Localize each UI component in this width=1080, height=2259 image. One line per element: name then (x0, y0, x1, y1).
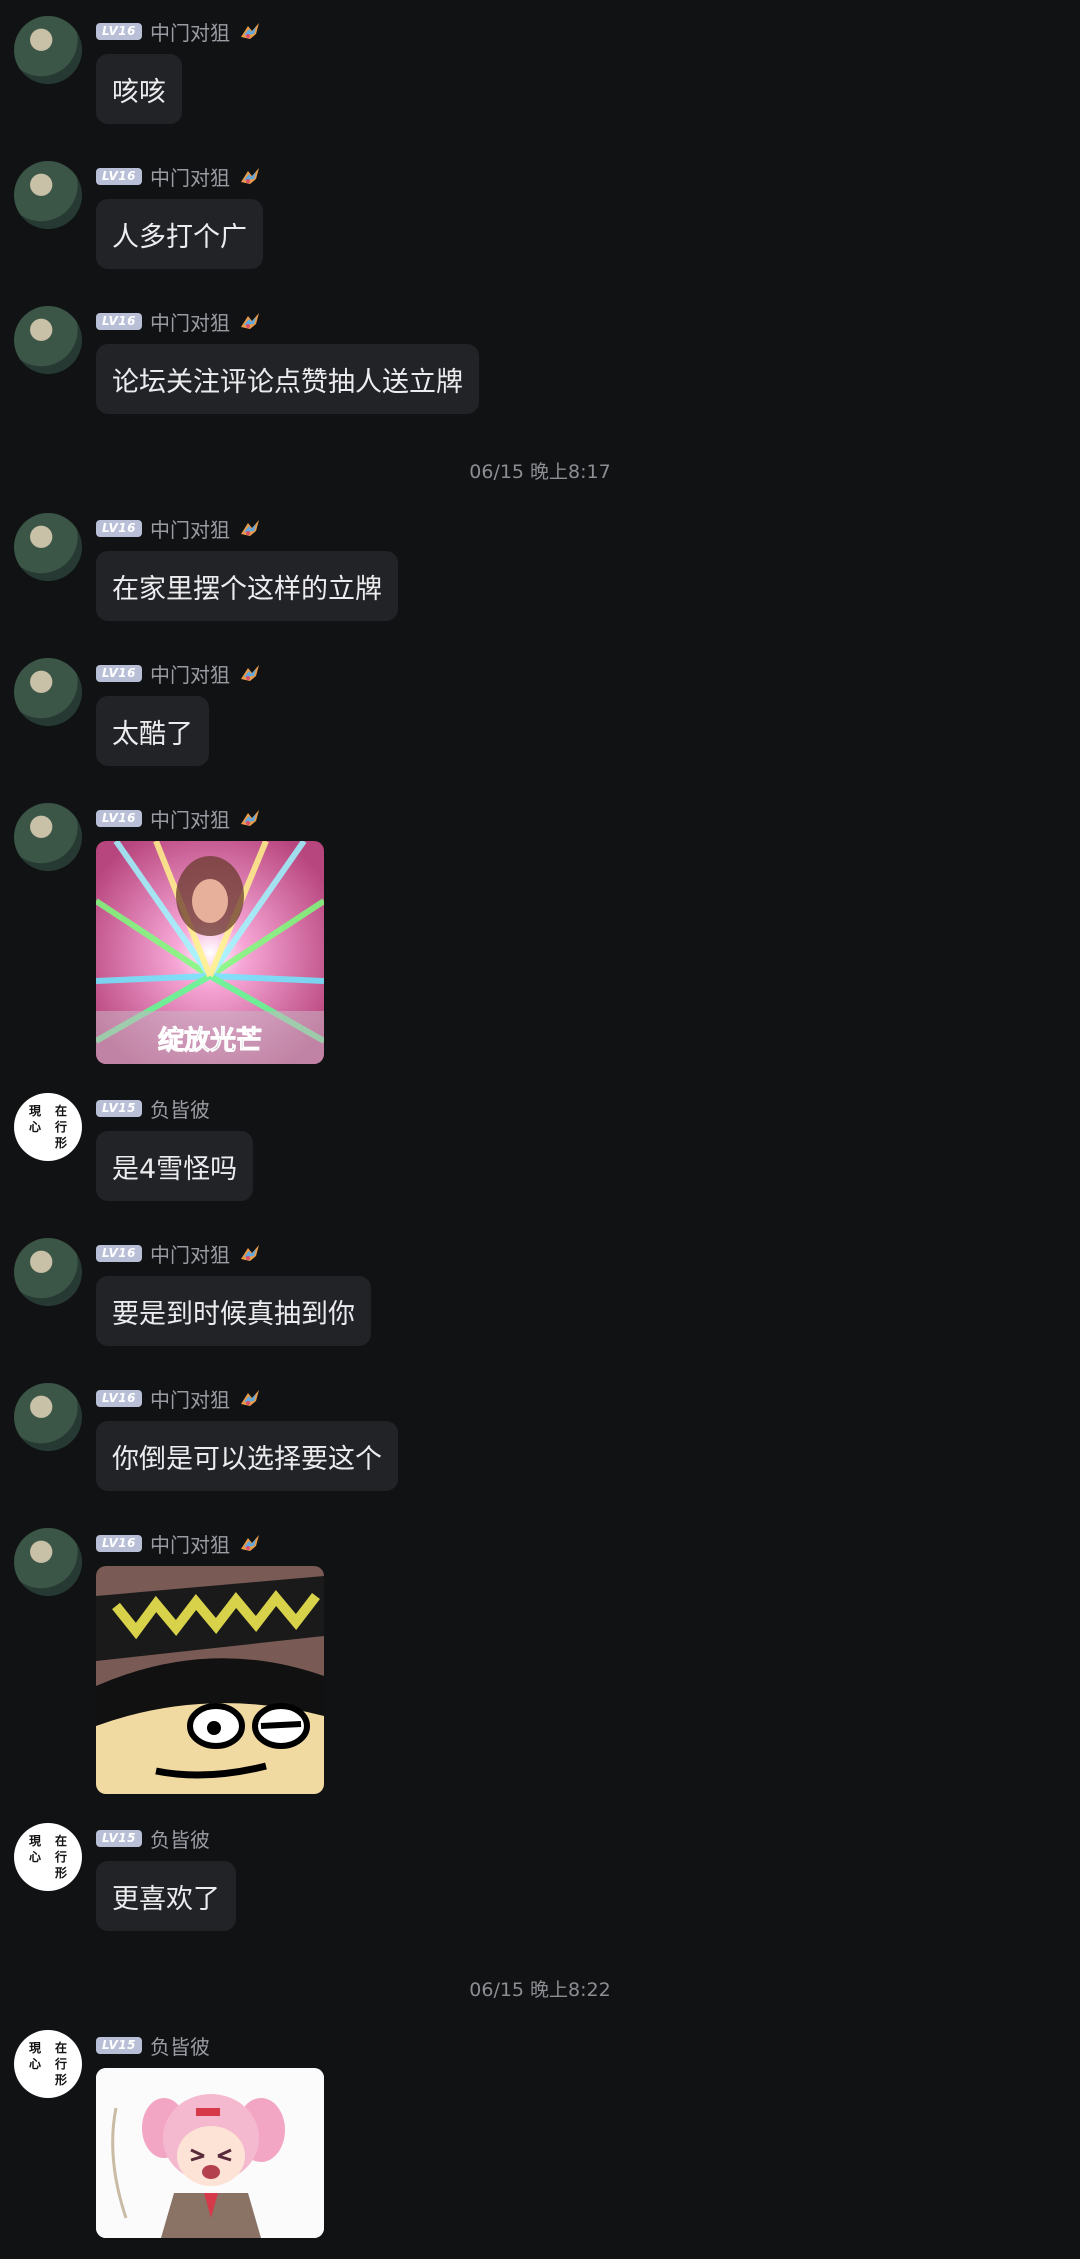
rainbow-bird-icon (240, 1535, 259, 1551)
level-badge: LV16 (96, 22, 142, 40)
level-badge: LV16 (96, 809, 142, 827)
rainbow-bird-icon (240, 313, 259, 329)
sticker-cartoon-face-image[interactable] (96, 1566, 324, 1794)
avatar[interactable] (14, 658, 82, 726)
rainbow-bird-icon (240, 1245, 259, 1261)
avatar[interactable] (14, 1238, 82, 1306)
avatar[interactable]: 現在心行形 (14, 1093, 82, 1161)
message-bubble[interactable]: 你倒是可以选择要这个 (96, 1421, 398, 1491)
avatar[interactable]: 現在心行形 (14, 1823, 82, 1891)
avatar[interactable] (14, 513, 82, 581)
avatar[interactable] (14, 1383, 82, 1451)
message-bubble[interactable]: 咳咳 (96, 54, 182, 124)
sticker-anime-art (96, 2068, 324, 2238)
sender-name[interactable]: 中门对狙 (150, 659, 230, 688)
message-bubble[interactable]: 太酷了 (96, 696, 209, 766)
sender-name[interactable]: 负皆彼 (150, 1824, 210, 1853)
sticker-cartoon-art (96, 1566, 324, 1794)
avatar-seal-text: 現在心行形 (28, 1103, 67, 1150)
avatar-seal-text: 現在心行形 (28, 1833, 67, 1880)
level-badge: LV15 (96, 1829, 142, 1847)
timestamp-divider: 06/15 晚上8:22 (469, 1979, 611, 2001)
sticker-glow-image[interactable]: 绽放光芒 (96, 841, 324, 1064)
level-badge: LV16 (96, 664, 142, 682)
level-badge: LV16 (96, 519, 142, 537)
message-bubble[interactable]: 在家里摆个这样的立牌 (96, 551, 398, 621)
sticker-caption: 绽放光芒 (158, 1025, 262, 1056)
level-badge: LV15 (96, 1099, 142, 1117)
level-badge: LV15 (96, 2036, 142, 2054)
level-badge: LV16 (96, 312, 142, 330)
sender-name[interactable]: 中门对狙 (150, 17, 230, 46)
rainbow-bird-icon (240, 23, 259, 39)
avatar[interactable] (14, 306, 82, 374)
rainbow-bird-icon (240, 810, 259, 826)
sender-name[interactable]: 负皆彼 (150, 1094, 210, 1123)
level-badge: LV16 (96, 1389, 142, 1407)
avatar[interactable]: 現在心行形 (14, 2030, 82, 2098)
rainbow-bird-icon (240, 520, 259, 536)
sender-name[interactable]: 中门对狙 (150, 1384, 230, 1413)
rainbow-bird-icon (240, 168, 259, 184)
level-badge: LV16 (96, 1244, 142, 1262)
message-bubble[interactable]: 更喜欢了 (96, 1861, 236, 1931)
sender-name[interactable]: 中门对狙 (150, 162, 230, 191)
rainbow-bird-icon (240, 665, 259, 681)
message-bubble[interactable]: 论坛关注评论点赞抽人送立牌 (96, 344, 479, 414)
sender-name[interactable]: 中门对狙 (150, 1529, 230, 1558)
sender-name[interactable]: 中门对狙 (150, 307, 230, 336)
sender-name[interactable]: 中门对狙 (150, 514, 230, 543)
message-bubble[interactable]: 是4雪怪吗 (96, 1131, 254, 1201)
sender-name[interactable]: 中门对狙 (150, 1239, 230, 1268)
avatar-seal-text: 現在心行形 (28, 2040, 67, 2087)
timestamp-divider: 06/15 晚上8:17 (469, 461, 611, 483)
rainbow-bird-icon (240, 1390, 259, 1406)
sticker-glow-art: 绽放光芒 (96, 841, 324, 1064)
sticker-anime-girl-image[interactable] (96, 2068, 324, 2238)
avatar[interactable] (14, 16, 82, 84)
level-badge: LV16 (96, 1534, 142, 1552)
avatar[interactable] (14, 803, 82, 871)
sender-name[interactable]: 负皆彼 (150, 2031, 210, 2060)
message-bubble[interactable]: 要是到时候真抽到你 (96, 1276, 371, 1346)
message-bubble[interactable]: 人多打个广 (96, 199, 263, 269)
sender-name[interactable]: 中门对狙 (150, 804, 230, 833)
level-badge: LV16 (96, 167, 142, 185)
avatar[interactable] (14, 161, 82, 229)
avatar[interactable] (14, 1528, 82, 1596)
